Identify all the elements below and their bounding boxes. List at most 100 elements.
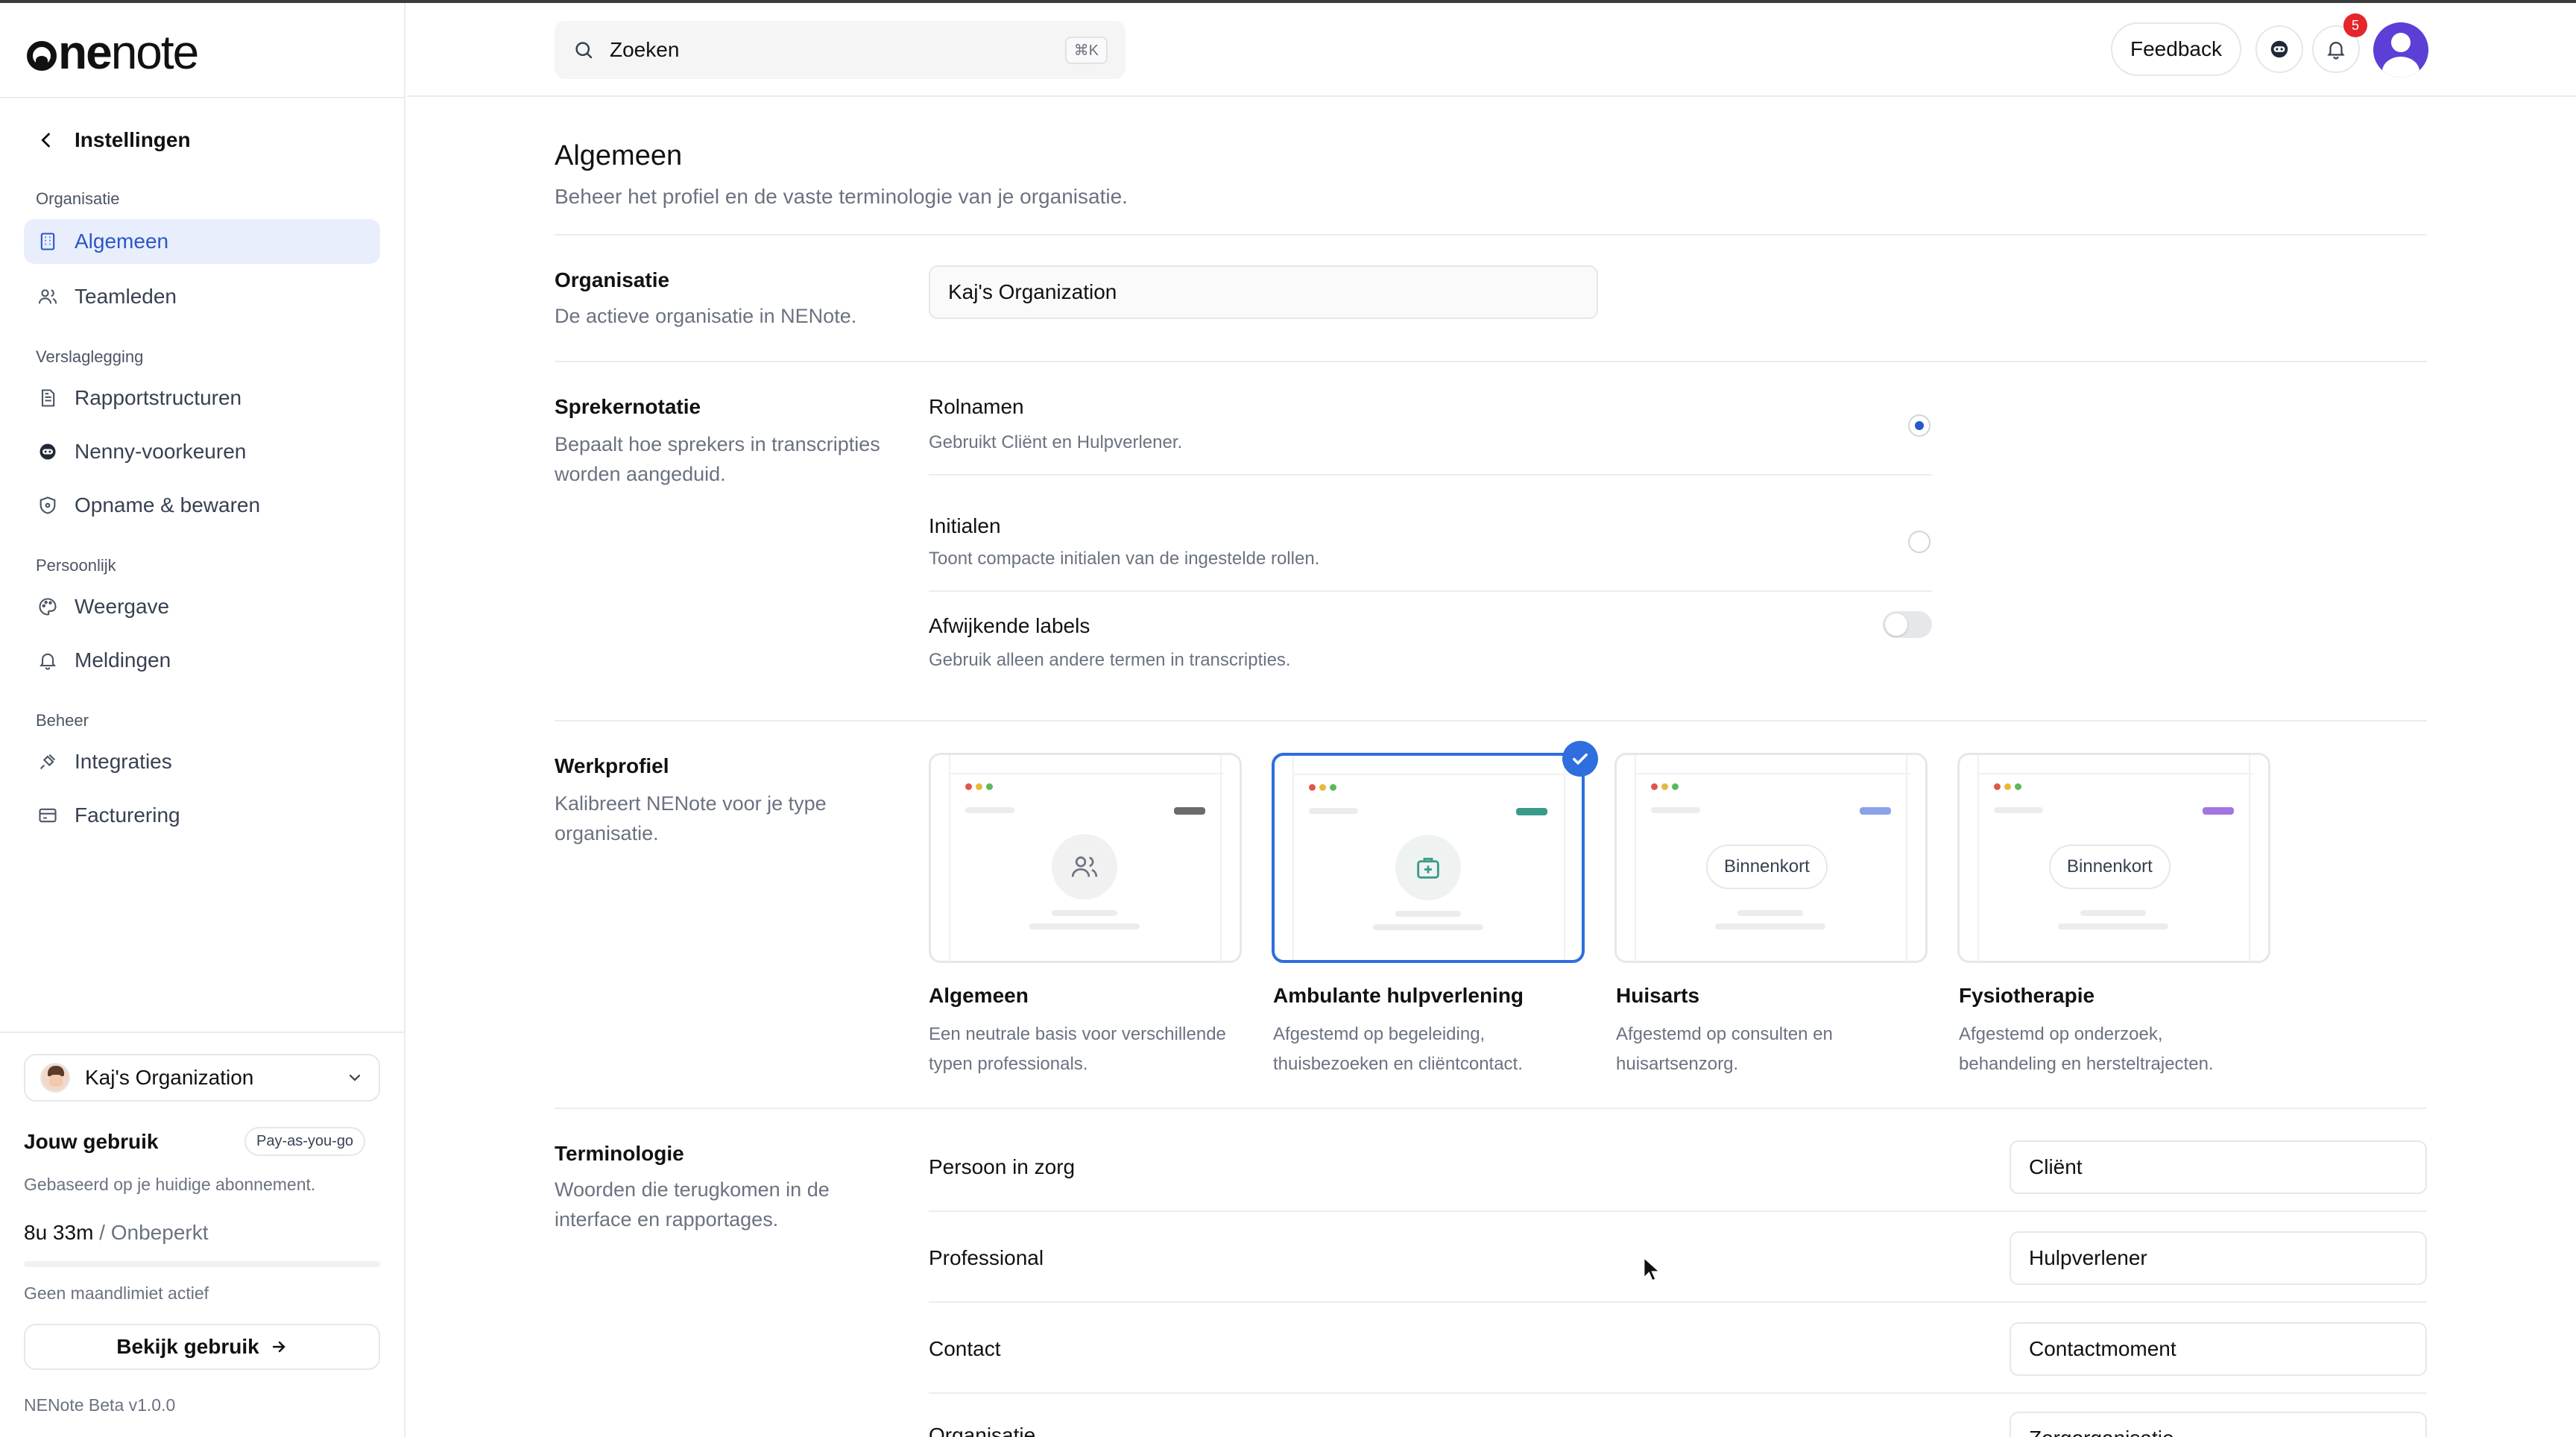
view-usage-label: Bekijk gebruik xyxy=(116,1335,259,1358)
org-switcher-label: Kaj's Organization xyxy=(85,1066,254,1089)
sidebar-item-nenny-voorkeuren[interactable]: Nenny-voorkeuren xyxy=(24,429,380,474)
sidebar-divider xyxy=(0,97,405,98)
app-logo[interactable]: ne note xyxy=(27,25,199,79)
sidebar-item-weergave[interactable]: Weergave xyxy=(24,584,380,629)
building-icon xyxy=(40,233,55,250)
card-icon-circle xyxy=(1052,834,1117,900)
organisation-section-desc: De actieve organisatie in NENote. xyxy=(555,305,857,327)
feedback-button[interactable]: Feedback xyxy=(2111,22,2241,76)
speaker-section-title: Sprekernotatie xyxy=(555,395,701,418)
app-version: NENote Beta v1.0.0 xyxy=(24,1395,176,1415)
page-subtitle: Beheer het profiel en de vaste terminolo… xyxy=(555,185,1128,208)
card-preview-topline xyxy=(1292,774,1568,775)
term-input-persoon-in-zorg[interactable]: Cliënt xyxy=(2010,1140,2427,1194)
radio-initialen[interactable] xyxy=(1908,531,1931,553)
workprofile-card-huisarts[interactable]: Binnenkort xyxy=(1614,753,1928,963)
sidebar-item-rapportstructuren[interactable]: Rapportstructuren xyxy=(24,376,380,420)
card-preview-topline xyxy=(1977,773,2253,774)
sidebar-item-meldingen[interactable]: Meldingen xyxy=(24,638,380,683)
sidebar-footer-divider xyxy=(0,1032,405,1033)
organisation-name-field[interactable]: Kaj's Organization xyxy=(929,265,1598,319)
custom-labels-title: Afwijkende labels xyxy=(929,614,1090,637)
sidebar-item-teamleden[interactable]: Teamleden xyxy=(24,274,380,319)
card-title-fysiotherapie: Fysiotherapie xyxy=(1959,984,2095,1007)
custom-labels-toggle[interactable] xyxy=(1883,611,1932,638)
term-label-organisatie: Organisatie xyxy=(929,1424,1036,1437)
card-preview-line xyxy=(1994,807,2043,813)
card-preview-line xyxy=(1651,807,1700,813)
coming-soon-badge: Binnenkort xyxy=(2049,844,2171,889)
organization-switcher[interactable]: Kaj's Organization xyxy=(24,1054,380,1102)
users-icon xyxy=(1071,856,1098,877)
usage-progress-bar xyxy=(24,1261,380,1267)
settings-title: Instellingen xyxy=(75,128,191,151)
sidebar-item-integraties[interactable]: Integraties xyxy=(24,739,380,784)
usage-separator: / xyxy=(93,1221,111,1244)
term-input-organisatie[interactable]: Zorgorganisatie xyxy=(2010,1412,2427,1437)
sidebar-item-label: Nenny-voorkeuren xyxy=(75,440,247,463)
radio-rolnamen[interactable] xyxy=(1908,414,1931,437)
card-preview-line xyxy=(2080,910,2146,916)
divider xyxy=(555,1108,2427,1109)
option-rolnamen-title: Rolnamen xyxy=(929,395,1024,418)
term-label-professional: Professional xyxy=(929,1246,1044,1269)
section-label-organisatie: Organisatie xyxy=(36,189,120,208)
sidebar-item-facturering[interactable]: Facturering xyxy=(24,793,380,838)
workprofile-section-desc: Kalibreert NENote voor je type organisat… xyxy=(555,792,827,844)
section-label-beheer: Beheer xyxy=(36,711,89,730)
coming-soon-badge: Binnenkort xyxy=(1706,844,1828,889)
card-desc-huisarts: Afgestemd op consulten en huisartsenzorg… xyxy=(1616,1024,1833,1074)
divider xyxy=(555,361,2427,362)
sidebar-item-label: Teamleden xyxy=(75,285,177,308)
card-title-ambulante: Ambulante hulpverlening xyxy=(1273,984,1524,1007)
sidebar-item-label: Facturering xyxy=(75,803,180,827)
divider xyxy=(929,590,1932,592)
window-dots xyxy=(1309,784,1336,791)
option-rolnamen-desc: Gebruikt Cliënt en Hulpverlener. xyxy=(929,432,1183,452)
card-preview-topline xyxy=(949,773,1225,774)
option-initialen-desc: Toont compacte initialen van de ingestel… xyxy=(929,549,1320,569)
search-placeholder: Zoeken xyxy=(610,38,680,61)
bell-icon xyxy=(2327,42,2345,60)
plan-badge: Pay-as-you-go xyxy=(244,1127,366,1156)
card-accent xyxy=(1516,808,1547,815)
card-preview-line xyxy=(1052,910,1117,916)
selected-check-icon xyxy=(1562,741,1598,777)
section-label-verslaglegging: Verslaglegging xyxy=(36,347,144,366)
card-preview-line xyxy=(1029,923,1140,929)
workprofile-card-algemeen[interactable] xyxy=(929,753,1242,963)
usage-limit-value: Onbeperkt xyxy=(110,1221,209,1244)
term-input-professional[interactable]: Hulpverlener xyxy=(2010,1231,2427,1285)
divider xyxy=(929,1301,2427,1303)
page-title: Algemeen xyxy=(555,140,683,171)
organisation-section-title: Organisatie xyxy=(555,268,670,291)
workprofile-section-title: Werkprofiel xyxy=(555,754,669,777)
card-preview-line xyxy=(1373,924,1483,930)
view-usage-button[interactable]: Bekijk gebruik xyxy=(24,1324,380,1370)
sidebar-item-opname-bewaren[interactable]: Opname & bewaren xyxy=(24,483,380,528)
option-initialen-title: Initialen xyxy=(929,514,1001,537)
card-title-huisarts: Huisarts xyxy=(1616,984,1700,1007)
usage-title: Jouw gebruik xyxy=(24,1130,159,1153)
search-input[interactable]: Zoeken ⌘K xyxy=(555,21,1126,79)
card-preview-line xyxy=(1309,808,1358,814)
term-label-contact: Contact xyxy=(929,1337,1001,1360)
org-avatar xyxy=(40,1063,70,1093)
card-preview-line xyxy=(1715,923,1825,929)
terminology-section-title: Terminologie xyxy=(555,1142,684,1165)
usage-limit-note: Geen maandlimiet actief xyxy=(24,1283,209,1303)
sidebar-item-algemeen[interactable]: Algemeen xyxy=(24,219,380,264)
medical-bag-icon xyxy=(1417,857,1439,879)
term-input-contact[interactable]: Contactmoment xyxy=(2010,1322,2427,1376)
settings-back-button[interactable]: Instellingen xyxy=(36,128,191,152)
logo-mark xyxy=(27,41,57,71)
nenny-assistant-button[interactable] xyxy=(2255,25,2303,73)
workprofile-card-ambulante-hulpverlening[interactable] xyxy=(1272,753,1585,963)
usage-value: 8u 33m / Onbeperkt xyxy=(24,1221,209,1245)
user-avatar[interactable] xyxy=(2373,22,2428,78)
term-label-persoon-in-zorg: Persoon in zorg xyxy=(929,1155,1076,1178)
window-dots xyxy=(1651,783,1679,790)
card-desc-algemeen: Een neutrale basis voor verschillende ty… xyxy=(929,1024,1226,1074)
sidebar: ne note Instellingen Organisatie Algemeen… xyxy=(0,3,405,1437)
workprofile-card-fysiotherapie[interactable]: Binnenkort xyxy=(1957,753,2270,963)
